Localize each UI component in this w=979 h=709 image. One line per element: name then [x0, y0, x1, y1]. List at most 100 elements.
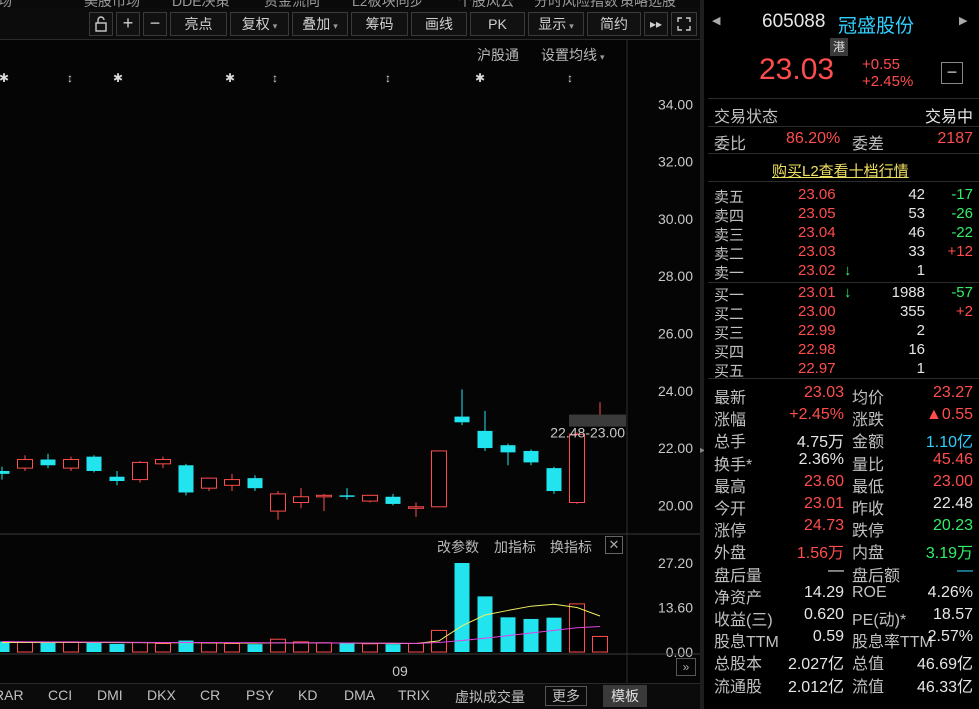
order-book-row[interactable]: 卖二 23.03 33 +12	[714, 243, 973, 263]
order-book-row[interactable]: 卖一 23.02 ↓ 1	[714, 262, 973, 282]
indicator-tab[interactable]: PSY	[246, 687, 274, 703]
order-book-row[interactable]: 卖三 23.04 46 -22	[714, 224, 973, 244]
l2-purchase-link[interactable]: 购买L2查看十档行情	[772, 160, 909, 181]
volume-bar-up[interactable]	[270, 638, 286, 653]
volume-bar-down[interactable]	[86, 642, 102, 652]
toolbar-button-2[interactable]: 叠加 ▾	[292, 12, 348, 36]
top-menu-item[interactable]: 个股风云	[458, 0, 514, 8]
zoom-out-icon[interactable]: −	[143, 12, 167, 36]
candle-body-up[interactable]	[293, 496, 309, 503]
indicator-tab[interactable]: RAR	[0, 687, 24, 703]
volume-bar-down[interactable]	[523, 618, 539, 652]
volume-bar-down[interactable]	[40, 642, 56, 652]
candle-body-down[interactable]	[477, 430, 493, 449]
order-book-row[interactable]: 买四 22.98 16	[714, 341, 973, 361]
collapse-right-icon[interactable]: ▶	[959, 14, 967, 27]
event-marker-icon[interactable]: ↕	[385, 71, 391, 85]
indicator-tab[interactable]: 更多	[545, 686, 587, 706]
collapse-left-icon[interactable]: ◀	[712, 14, 720, 27]
volume-bar-up[interactable]	[132, 642, 148, 653]
volume-bar-up[interactable]	[63, 641, 79, 653]
event-marker-icon[interactable]: ↕	[272, 71, 278, 85]
event-marker-icon[interactable]: ↕	[67, 71, 73, 85]
toolbar-button-3[interactable]: 筹码	[351, 12, 408, 36]
top-menu-item[interactable]: 美股市场	[84, 0, 140, 8]
kline-chart-area[interactable]: 沪股通 设置均线 ▾ 改参数 加指标 换指标 ✕ ✱ ↕ ✱ ✱ ↕ ↕ ✱ ↕ 34.00 32.…	[0, 40, 700, 709]
fast-forward-icon[interactable]: ▸▸	[644, 12, 668, 36]
indicator-tab[interactable]: 虚拟成交量	[455, 687, 525, 707]
candle-body-up[interactable]	[224, 479, 240, 486]
candle-body-down[interactable]	[40, 459, 56, 466]
top-menu-item[interactable]: L2板块同步	[352, 0, 424, 8]
volume-bar-up[interactable]	[201, 642, 217, 653]
volume-bar-up[interactable]	[224, 642, 240, 653]
toolbar-button-1[interactable]: 复权 ▾	[230, 12, 289, 36]
candle-body-up[interactable]	[201, 477, 217, 489]
indicator-tab[interactable]: DMA	[344, 687, 375, 703]
indicator-tab[interactable]: DMI	[97, 687, 123, 703]
zoom-in-icon[interactable]: +	[116, 12, 140, 36]
lock-icon[interactable]	[89, 12, 113, 36]
order-book-row[interactable]: 买二 23.00 355 +2	[714, 303, 973, 323]
candle-body-up[interactable]	[362, 494, 378, 502]
order-book-row[interactable]: 买五 22.97 1	[714, 360, 973, 380]
indicator-tab[interactable]: DKX	[147, 687, 176, 703]
candle-body-down[interactable]	[109, 476, 125, 482]
toolbar-button-4[interactable]: 画线	[411, 12, 467, 36]
indicator-tab[interactable]: TRIX	[398, 687, 430, 703]
candle-body-down[interactable]	[385, 496, 401, 504]
volume-bar-up[interactable]	[362, 643, 378, 653]
candle-body-up[interactable]	[569, 433, 585, 503]
candle-body-down[interactable]	[339, 495, 355, 497]
candle-body-down[interactable]	[523, 450, 539, 463]
candle-body-down[interactable]	[178, 465, 194, 493]
toolbar-button-7[interactable]: 简约	[587, 12, 641, 36]
candle-body-up[interactable]	[155, 459, 171, 465]
event-marker-icon[interactable]: ✱	[0, 71, 9, 85]
event-marker-icon[interactable]: ✱	[113, 71, 123, 85]
volume-bar-down[interactable]	[109, 643, 125, 652]
scroll-right-icon[interactable]: »	[676, 658, 696, 676]
indicator-tab[interactable]: CCI	[48, 687, 72, 703]
minimize-icon[interactable]: −	[941, 62, 963, 84]
volume-bar-up[interactable]	[408, 642, 424, 653]
volume-bar-up[interactable]	[316, 642, 332, 653]
indicator-tab[interactable]: CR	[200, 687, 220, 703]
top-menu-item[interactable]: 分时风险指数	[534, 0, 618, 8]
fullscreen-icon[interactable]	[671, 12, 697, 36]
candle-body-down[interactable]	[0, 470, 10, 474]
candle-body-up[interactable]	[316, 494, 332, 498]
indicator-tab[interactable]: 模板	[603, 685, 647, 707]
order-book-row[interactable]: 卖四 23.05 53 -26	[714, 205, 973, 225]
candle-body-down[interactable]	[546, 468, 562, 492]
order-book-row[interactable]: 卖五 23.06 42 -17	[714, 186, 973, 206]
top-menu-item[interactable]: 策略选股	[620, 0, 676, 8]
candle-body-down[interactable]	[86, 456, 102, 471]
candle-body-down[interactable]	[247, 478, 263, 489]
toolbar-button-0[interactable]: 亮点	[170, 12, 227, 36]
toolbar-button-5[interactable]: PK	[470, 12, 525, 36]
volume-bar-down[interactable]	[454, 563, 470, 652]
candle-body-up[interactable]	[270, 493, 286, 512]
candle-body-down[interactable]	[454, 416, 470, 423]
candle-body-up[interactable]	[63, 459, 79, 469]
volume-bar-down[interactable]	[0, 641, 10, 652]
order-book-row[interactable]: 买三 22.99 2	[714, 322, 973, 342]
volume-bar-up[interactable]	[155, 642, 171, 653]
volume-bar-down[interactable]	[385, 644, 401, 652]
order-book-row[interactable]: 买一 23.01 ↓ 1988 -57	[714, 284, 973, 304]
volume-bar-up[interactable]	[17, 641, 33, 653]
event-marker-icon[interactable]: ✱	[475, 71, 485, 85]
toolbar-button-6[interactable]: 显示 ▾	[528, 12, 584, 36]
indicator-tab[interactable]: KD	[298, 687, 317, 703]
candle-body-up[interactable]	[431, 450, 447, 508]
candle-body-up[interactable]	[17, 459, 33, 469]
candle-body-down[interactable]	[500, 445, 516, 453]
candle-body-up[interactable]	[408, 506, 424, 509]
top-menu-item[interactable]: 资金流向	[264, 0, 320, 8]
candle-body-up[interactable]	[132, 461, 148, 481]
volume-bar-down[interactable]	[546, 617, 562, 652]
top-menu-item[interactable]: 股市场	[0, 0, 12, 8]
top-menu-item[interactable]: DDE决策	[172, 0, 230, 8]
event-marker-icon[interactable]: ✱	[225, 71, 235, 85]
